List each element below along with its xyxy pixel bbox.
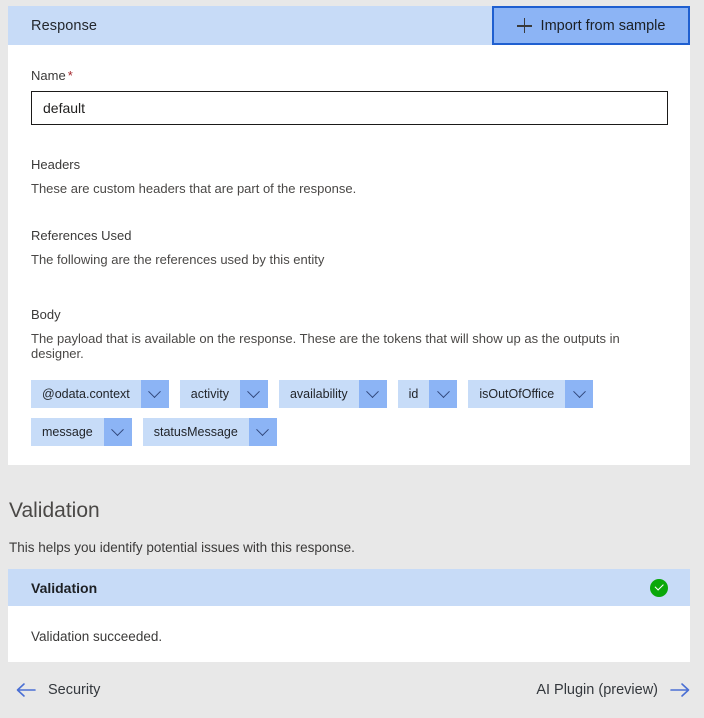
import-from-sample-button[interactable]: Import from sample xyxy=(492,6,690,45)
validation-description: This helps you identify potential issues… xyxy=(9,540,355,555)
required-asterisk: * xyxy=(67,68,73,83)
chevron-down-icon[interactable] xyxy=(140,380,169,408)
response-card-body: Name* Headers These are custom headers t… xyxy=(8,68,690,446)
token-chip-label: statusMessage xyxy=(153,425,238,439)
token-chip-label: activity xyxy=(190,387,229,401)
token-chip[interactable]: message xyxy=(31,418,132,446)
token-chip[interactable]: activity xyxy=(179,380,268,408)
previous-step-label: Security xyxy=(48,682,101,698)
wizard-footer-nav: Security AI Plugin (preview) xyxy=(0,662,704,718)
arrow-right-icon xyxy=(670,683,690,697)
chevron-down-icon[interactable] xyxy=(565,380,594,408)
body-token-list: @odata.context activity availability id … xyxy=(31,380,667,446)
response-card: Response Import from sample Name* Header… xyxy=(8,6,690,465)
arrow-left-icon xyxy=(16,683,36,697)
validation-heading: Validation xyxy=(9,499,100,522)
check-circle-icon xyxy=(650,578,668,597)
token-chip[interactable]: availability xyxy=(278,380,387,408)
token-chip[interactable]: isOutOfOffice xyxy=(468,380,594,408)
response-card-header: Response Import from sample xyxy=(8,6,690,45)
token-chip-label: isOutOfOffice xyxy=(479,387,555,401)
page-title: Response xyxy=(31,17,98,34)
validation-card-header: Validation xyxy=(8,569,690,606)
chevron-down-icon[interactable] xyxy=(358,380,387,408)
name-label-text: Name xyxy=(31,68,66,83)
token-chip-label: availability xyxy=(289,387,348,401)
next-step-link[interactable]: AI Plugin (preview) xyxy=(536,682,691,698)
validation-section: Validation This helps you identify poten… xyxy=(0,465,704,667)
next-step-label: AI Plugin (preview) xyxy=(536,682,658,698)
plus-icon xyxy=(516,18,532,33)
token-chip-label: message xyxy=(42,425,93,439)
name-field-label: Name * xyxy=(31,68,667,83)
body-section-title: Body xyxy=(31,307,61,322)
validation-card-title: Validation xyxy=(31,579,98,596)
validation-message: Validation succeeded. xyxy=(31,629,163,644)
chevron-down-icon[interactable] xyxy=(248,418,277,446)
references-used-section-description: The following are the references used by… xyxy=(31,252,325,267)
chevron-down-icon[interactable] xyxy=(429,380,458,408)
name-input[interactable] xyxy=(31,91,668,125)
token-chip[interactable]: statusMessage xyxy=(142,418,277,446)
validation-card-body: Validation succeeded. xyxy=(8,606,690,667)
headers-section-description: These are custom headers that are part o… xyxy=(31,181,357,196)
token-chip-label: @odata.context xyxy=(42,387,130,401)
token-chip-label: id xyxy=(408,387,419,401)
body-section-description: The payload that is available on the res… xyxy=(31,331,620,361)
token-chip[interactable]: id xyxy=(397,380,458,408)
validation-result-card: Validation Validation succeeded. xyxy=(8,569,690,667)
import-from-sample-label: Import from sample xyxy=(540,17,666,34)
chevron-down-icon[interactable] xyxy=(103,418,132,446)
headers-section-title: Headers xyxy=(31,157,81,172)
token-chip[interactable]: @odata.context xyxy=(31,380,169,408)
chevron-down-icon[interactable] xyxy=(239,380,268,408)
references-used-section-title: References Used xyxy=(31,228,132,243)
previous-step-link[interactable]: Security xyxy=(15,682,100,698)
